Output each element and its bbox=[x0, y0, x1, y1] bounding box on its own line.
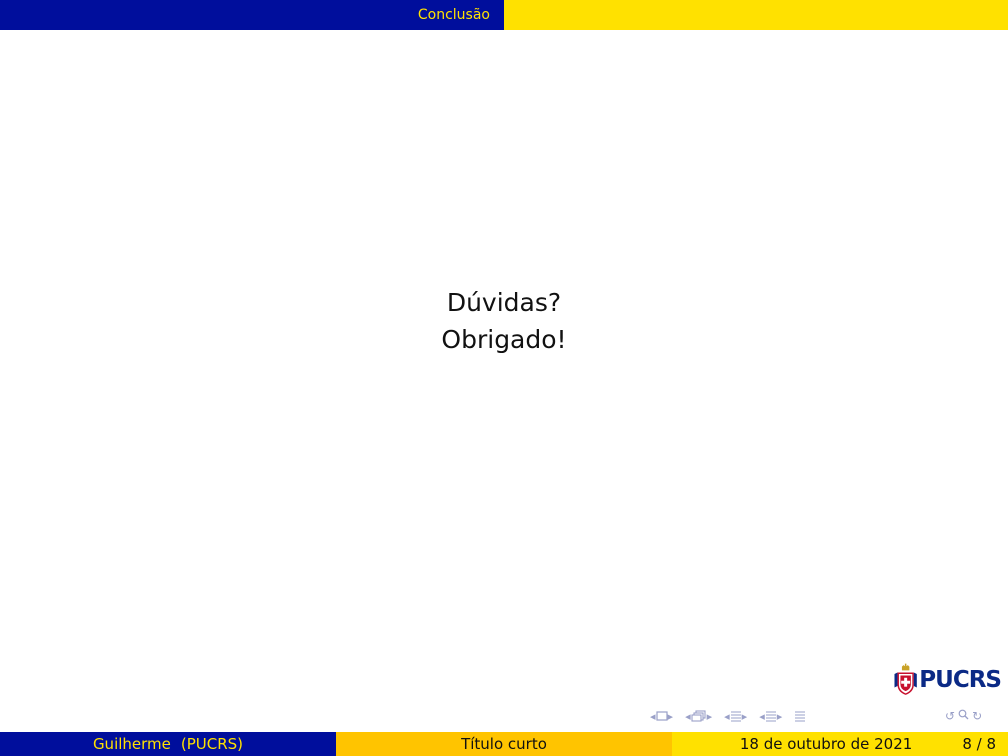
nav-subsection-icon[interactable] bbox=[691, 710, 707, 722]
header-right-panel bbox=[504, 0, 1008, 30]
footer-date-panel: 18 de outubro de 2021 8 / 8 bbox=[672, 732, 1008, 756]
footer-author: Guilherme bbox=[92, 735, 171, 753]
footer-bar: Guilherme (PUCRS) Título curto 18 de out… bbox=[0, 732, 1008, 756]
header-bar: Conclusão bbox=[0, 0, 1008, 30]
logo-text: PUCRS bbox=[919, 667, 1002, 693]
section-nav-link[interactable]: Conclusão bbox=[418, 7, 504, 23]
nav-next-frame-icon[interactable]: ▸ bbox=[668, 710, 674, 723]
slide-content: Dúvidas? Obrigado! bbox=[0, 284, 1008, 358]
footer-date: 18 de outubro de 2021 bbox=[739, 735, 913, 753]
nav-subsection-group: ◂ ▸ bbox=[685, 710, 712, 723]
nav-frame-icon[interactable] bbox=[655, 711, 668, 721]
nav-document-group: ◂ ▸ bbox=[759, 710, 782, 723]
thanks-text: Obrigado! bbox=[441, 325, 567, 354]
nav-section-group: ◂ ▸ bbox=[724, 710, 747, 723]
nav-next-document-icon[interactable]: ▸ bbox=[777, 710, 783, 723]
footer-title: Título curto bbox=[461, 735, 547, 753]
nav-forward-icon[interactable]: ↻ bbox=[972, 709, 982, 723]
beamer-navigation: ◂ ▸ ◂ ▸ ◂ ▸ ◂ ▸ bbox=[650, 708, 806, 724]
footer-page-number: 8 / 8 bbox=[962, 735, 996, 753]
nav-search-icon[interactable] bbox=[958, 709, 969, 723]
footer-title-panel: Título curto bbox=[336, 732, 672, 756]
nav-section-icon[interactable] bbox=[730, 710, 742, 722]
nav-next-section-icon[interactable]: ▸ bbox=[742, 710, 748, 723]
pucrs-logo: PUCRS bbox=[893, 657, 1002, 703]
beamer-search-controls: ↺ ↻ bbox=[945, 708, 982, 724]
nav-back-icon[interactable]: ↺ bbox=[945, 709, 955, 723]
nav-next-subsection-icon[interactable]: ▸ bbox=[707, 710, 713, 723]
footer-institution: (PUCRS) bbox=[180, 735, 244, 753]
footer-author-panel: Guilherme (PUCRS) bbox=[0, 732, 336, 756]
nav-document-icon[interactable] bbox=[765, 710, 777, 722]
header-left-panel: Conclusão bbox=[0, 0, 504, 30]
nav-appendix-icon[interactable] bbox=[794, 710, 806, 722]
questions-text: Dúvidas? bbox=[446, 288, 562, 317]
pucrs-crest-icon bbox=[894, 663, 917, 695]
nav-frame-group: ◂ ▸ bbox=[650, 710, 673, 723]
